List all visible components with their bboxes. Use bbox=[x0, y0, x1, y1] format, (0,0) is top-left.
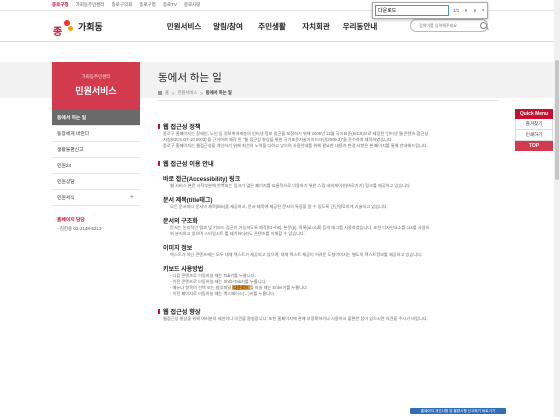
paragraph: 텍스트가 아닌 콘텐츠에는 모두 대체 텍스트가 제공되고 있으며, 대체 텍스… bbox=[170, 252, 423, 257]
section-heading: 웹 접근성 이용 안내 bbox=[158, 159, 500, 168]
paragraph: 웹 서비스 본문 시작부분에 반복되는 링크가 많은 페이지를 효율적으로 이용… bbox=[170, 183, 410, 188]
paragraph: 모든 문서마다 문서의 제목(title)을 제공하고, 문서 제목에 제공된 … bbox=[170, 204, 388, 209]
gnb-item-about[interactable]: 우리동안내 bbox=[338, 21, 382, 32]
logo-mark-icon: 종 bbox=[52, 18, 74, 38]
sub-heading: 문서 제목(title태그) bbox=[163, 198, 213, 204]
logo-name: 가회동 bbox=[78, 21, 103, 32]
quick-menu: Quick Menu 즐겨찾기 인쇄하기 TOP bbox=[515, 109, 553, 151]
breadcrumb-section[interactable]: 민원서비스 bbox=[177, 90, 197, 96]
gnb-item-notice[interactable]: 알림/참여 bbox=[206, 21, 250, 32]
sub-heading: 키보드 사용방법 bbox=[163, 267, 204, 273]
contact-value: - 김헌숭 02-2148-5213 bbox=[57, 226, 102, 231]
find-down-icon[interactable]: ∨ bbox=[473, 8, 477, 14]
gnb-item-life[interactable]: 주민생활 bbox=[250, 21, 294, 32]
paragraph: 종로구 홈페이지는 웹접근성을 개선하기 위해 최선의 노력을 다하고 있으며 … bbox=[163, 143, 428, 148]
scrollbar-thumb[interactable] bbox=[555, 60, 559, 180]
lnb-item-forms-label: 민원서식 bbox=[57, 196, 75, 201]
page-title: 동에서 하는 일 bbox=[158, 72, 222, 84]
topbar-link-3[interactable]: 종로구청 bbox=[139, 2, 156, 8]
gnb-item-center[interactable]: 자치회관 bbox=[294, 21, 338, 32]
paragraph: 여 분리하고 있으며 스타일시트 를 제거하더라도 콘텐츠를 이해할 수 있습니… bbox=[170, 231, 305, 236]
site-search bbox=[410, 19, 488, 32]
lnb-item-forms[interactable]: 민원서식 + bbox=[52, 190, 140, 206]
contact-box: 홈페이지 담당 - 김헌숭 02-2148-5213 bbox=[52, 216, 140, 232]
browser-find-bar: 다운로드 1/1 ∧ ∨ × bbox=[372, 2, 488, 19]
find-close-icon[interactable]: × bbox=[482, 8, 485, 14]
contact-title: 홈페이지 담당 bbox=[57, 218, 85, 223]
lnb-subtitle: 가회동주민센터 bbox=[81, 74, 111, 79]
title-divider bbox=[158, 100, 498, 101]
sub-heading: 이미지 정보 bbox=[163, 246, 193, 252]
lnb-item-report[interactable]: 생활불편신고 bbox=[52, 142, 140, 158]
find-up-icon[interactable]: ∧ bbox=[464, 8, 468, 14]
search-icon[interactable] bbox=[480, 22, 487, 29]
lnb-item-request[interactable]: 동장에게 바란다 bbox=[52, 126, 140, 142]
lnb-title: 민원서비스 bbox=[75, 86, 117, 96]
gnb-item-civil[interactable]: 민원서비스 bbox=[162, 21, 206, 32]
breadcrumb-current: 동에서 하는 일 bbox=[205, 90, 232, 95]
topbar-link-5[interactable]: 종로사랑 bbox=[184, 2, 201, 8]
find-input[interactable]: 다운로드 bbox=[375, 5, 449, 16]
main-content: 웹 접근성 정책 종로구 홈페이지는 장애인, 노인 등 정보취약계층의 인터넷… bbox=[158, 122, 500, 322]
quick-print[interactable]: 인쇄하기 bbox=[515, 130, 553, 141]
section-heading: 웹 접근성 정책 bbox=[158, 122, 500, 131]
breadcrumb: 홈 > 민원서비스 > 동에서 하는 일 bbox=[158, 90, 232, 96]
find-count: 1/1 bbox=[453, 8, 460, 13]
paragraph: 웹접근성 향상을 위해 여러분의 제안이나 의견을 환영합니다. 또한 홈페이지… bbox=[163, 316, 428, 321]
topbar-link-1[interactable]: 가회동주민센터 bbox=[76, 2, 105, 8]
topbar-link-0[interactable]: 종로구청 bbox=[52, 2, 69, 8]
home-icon[interactable] bbox=[158, 91, 162, 95]
side-menu: 동에서 하는 일 동장에게 바란다 생활불편신고 민원24 민원상담 민원서식 … bbox=[52, 110, 140, 232]
topbar-link-2[interactable]: 종로구의회 bbox=[112, 2, 133, 8]
quick-bookmark[interactable]: 즐겨찾기 bbox=[515, 119, 553, 130]
topbar-link-4[interactable]: 종로TV bbox=[163, 2, 177, 8]
search-input[interactable] bbox=[417, 22, 481, 29]
top-button[interactable]: TOP bbox=[515, 141, 553, 151]
sub-heading: 바로 접근(Accessibility) 링크 bbox=[163, 177, 241, 183]
lnb-item-minwon24[interactable]: 민원24 bbox=[52, 158, 140, 174]
scrollbar[interactable] bbox=[554, 0, 560, 417]
report-button[interactable]: 홈페이지 개선사항 및 불편사항 신고하기 바로가기 bbox=[410, 408, 506, 414]
find-highlight: 다운로드 bbox=[232, 285, 250, 290]
breadcrumb-home[interactable]: 홈 bbox=[165, 90, 169, 96]
site-logo[interactable]: 종 가회동 bbox=[0, 18, 142, 38]
expand-plus-icon[interactable]: + bbox=[130, 194, 134, 201]
lnb-header: 가회동주민센터 민원서비스 bbox=[52, 62, 140, 110]
lnb-item-duties[interactable]: 동에서 하는 일 bbox=[52, 110, 140, 126]
sub-heading: 문서의 구조화 bbox=[163, 219, 198, 225]
list-item: - 이전 페이지로 이동하실 때는 백스페이스(←)키를 누릅니다. bbox=[170, 291, 276, 296]
section-heading: 웹 접근성 향상 bbox=[158, 307, 500, 316]
lnb-item-consult[interactable]: 민원상담 bbox=[52, 174, 140, 190]
quick-menu-title: Quick Menu bbox=[515, 109, 553, 119]
main-navigation: 민원서비스 알림/참여 주민생활 자치회관 우리동안내 bbox=[162, 21, 382, 32]
breadcrumb-sep: > bbox=[200, 90, 203, 96]
breadcrumb-sep: > bbox=[171, 90, 175, 96]
